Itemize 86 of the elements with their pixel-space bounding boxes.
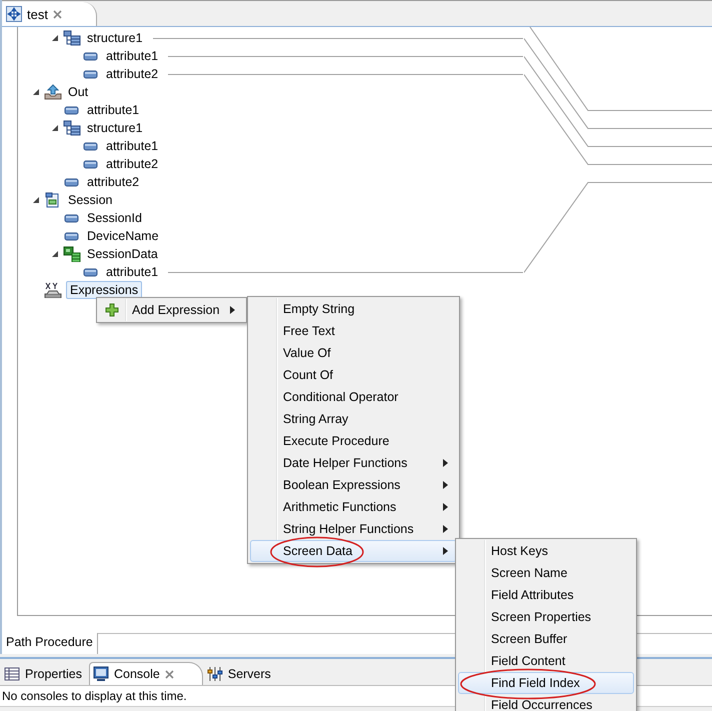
- menu-label: Host Keys: [491, 544, 548, 558]
- tree-item[interactable]: DeviceName: [85, 228, 161, 244]
- arrows-icon: [6, 6, 22, 22]
- menu-item[interactable]: Field Content: [458, 650, 634, 672]
- menu-item[interactable]: Execute Procedure: [250, 430, 457, 452]
- xy-icon: [44, 282, 62, 298]
- monitor-icon: [92, 666, 109, 682]
- menu-label: Count Of: [283, 368, 334, 382]
- menu-item[interactable]: Screen Data: [250, 540, 457, 562]
- structure-icon: [63, 246, 81, 262]
- submenu-arrow-icon: [443, 547, 448, 555]
- menu-label: Date Helper Functions: [283, 456, 408, 470]
- tree-item[interactable]: attribute2: [104, 156, 160, 172]
- menu-item[interactable]: Arithmetic Functions: [250, 496, 457, 518]
- menu-label: Screen Buffer: [491, 632, 568, 646]
- tree-item[interactable]: structure1: [85, 120, 145, 136]
- structure-icon: [63, 120, 81, 136]
- tree-item[interactable]: attribute1: [85, 102, 142, 118]
- menu-item[interactable]: Count Of: [250, 364, 457, 386]
- expanded-toggle-icon[interactable]: [32, 88, 40, 96]
- tree-item[interactable]: SessionId: [85, 210, 144, 226]
- menu-item[interactable]: Screen Buffer: [458, 628, 634, 650]
- tab-label: Servers: [228, 667, 271, 681]
- menu-item[interactable]: Date Helper Functions: [250, 452, 457, 474]
- tab-label: Properties: [25, 667, 82, 681]
- tree-item[interactable]: attribute1: [104, 48, 160, 64]
- table-icon: [4, 666, 20, 682]
- submenu-arrow-icon: [443, 525, 448, 533]
- menu-item[interactable]: String Array: [250, 408, 457, 430]
- menu-label: Empty String: [283, 302, 355, 316]
- submenu-arrow-icon: [443, 459, 448, 467]
- tab-label: Console: [114, 667, 160, 681]
- plus-icon: [105, 303, 119, 317]
- editor-tab[interactable]: test: [2, 2, 97, 26]
- tree-item[interactable]: attribute1: [104, 138, 160, 154]
- page-tab[interactable]: Path Procedure: [2, 633, 98, 654]
- panel-tab[interactable]: Console: [88, 662, 203, 685]
- menu-label: Free Text: [283, 324, 335, 338]
- menu-label: Field Attributes: [491, 588, 574, 602]
- menu-label: Execute Procedure: [283, 434, 390, 448]
- tab-label: test: [27, 6, 48, 22]
- tree-item[interactable]: attribute2: [104, 66, 160, 82]
- menu-label: Field Content: [491, 654, 566, 668]
- menu-item[interactable]: Conditional Operator: [250, 386, 457, 408]
- expanded-toggle-icon[interactable]: [51, 250, 59, 258]
- menu-label: Screen Properties: [491, 610, 592, 624]
- menu-item[interactable]: Screen Properties: [458, 606, 634, 628]
- menu-item[interactable]: Find Field Index: [458, 672, 634, 694]
- menu-item[interactable]: Free Text: [250, 320, 457, 342]
- menu-label: String Helper Functions: [283, 522, 414, 536]
- menu-item[interactable]: Field Attributes: [458, 584, 634, 606]
- menu-label: Value Of: [283, 346, 331, 360]
- menu-item[interactable]: Empty String: [250, 298, 457, 320]
- menu-label: Arithmetic Functions: [283, 500, 396, 514]
- tree-item[interactable]: Session: [66, 192, 114, 208]
- menu-label: Add Expression: [132, 303, 220, 317]
- tree-item[interactable]: Out: [66, 84, 90, 100]
- tray-arrow-icon: [44, 84, 62, 100]
- submenu-arrow-icon: [230, 306, 235, 314]
- tree-item[interactable]: SessionData: [85, 246, 160, 262]
- menu-label: String Array: [283, 412, 348, 426]
- expanded-toggle-icon[interactable]: [32, 196, 40, 204]
- tree-item[interactable]: structure1: [85, 30, 145, 46]
- menu-item[interactable]: Value Of: [250, 342, 457, 364]
- close-icon: [164, 670, 174, 678]
- menu-label: Boolean Expressions: [283, 478, 400, 492]
- submenu-arrow-icon: [443, 503, 448, 511]
- expanded-toggle-icon[interactable]: [51, 124, 59, 132]
- structure-icon: [63, 30, 81, 46]
- menu-label: Screen Data: [283, 544, 352, 558]
- menu-item[interactable]: Add Expression: [99, 299, 244, 321]
- menu-label: Screen Name: [491, 566, 568, 580]
- tree-item[interactable]: attribute2: [85, 174, 142, 190]
- menu-item[interactable]: Boolean Expressions: [250, 474, 457, 496]
- menu-item[interactable]: String Helper Functions: [250, 518, 457, 540]
- close-icon: [52, 10, 62, 18]
- menu-item[interactable]: Screen Name: [458, 562, 634, 584]
- menu-item[interactable]: Host Keys: [458, 540, 634, 562]
- panel-tab[interactable]: Servers: [202, 662, 278, 685]
- tree-item[interactable]: attribute1: [104, 264, 160, 280]
- tree-item[interactable]: Expressions: [66, 281, 142, 299]
- submenu-arrow-icon: [443, 481, 448, 489]
- sliders-icon: [206, 666, 223, 682]
- menu-label: Conditional Operator: [283, 390, 398, 404]
- expanded-toggle-icon[interactable]: [51, 34, 59, 42]
- panel-tab[interactable]: Properties: [0, 662, 89, 685]
